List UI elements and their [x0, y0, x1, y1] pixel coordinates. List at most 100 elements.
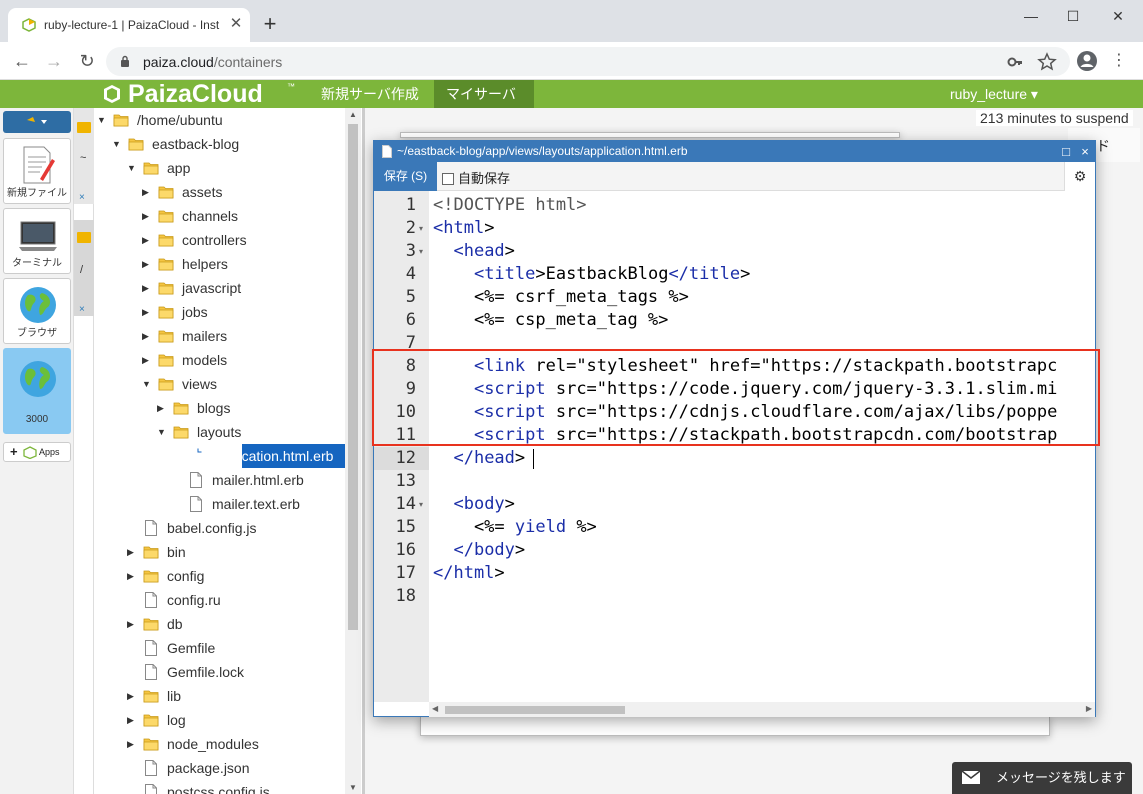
code-line[interactable]: </body> [433, 539, 525, 562]
checkbox-icon[interactable] [442, 173, 454, 185]
editor-maximize-button[interactable]: □ [1058, 141, 1074, 162]
nav-new-server[interactable]: 新規サーバ作成 [309, 80, 431, 108]
tree-file[interactable]: config.ru [95, 588, 345, 612]
code-line[interactable]: <%= csp_meta_tag %> [433, 309, 668, 332]
dock-new-file[interactable]: 新規ファイル [3, 138, 71, 204]
code-line[interactable]: <head> [433, 240, 514, 263]
dock-menu-button[interactable] [3, 111, 71, 133]
nav-my-server[interactable]: マイサーバ [434, 80, 534, 108]
tree-folder[interactable]: ▶ assets [95, 180, 345, 204]
expanded-arrow-icon[interactable]: ▼ [112, 132, 122, 156]
key-icon[interactable] [1004, 51, 1026, 73]
collapsed-arrow-icon[interactable]: ▶ [142, 228, 152, 252]
collapsed-arrow-icon[interactable]: ▶ [142, 324, 152, 348]
tree-file[interactable]: Gemfile.lock [95, 660, 345, 684]
browser-menu-icon[interactable]: ⋮ [1108, 50, 1130, 72]
tree-folder[interactable]: ▶ channels [95, 204, 345, 228]
tree-folder[interactable]: ▶ log [95, 708, 345, 732]
code-line[interactable]: </head> [433, 447, 525, 470]
fold-arrow-icon[interactable]: ▾ [419, 240, 423, 263]
tree-file[interactable]: Gemfile [95, 636, 345, 660]
collapsed-arrow-icon[interactable]: ▶ [142, 252, 152, 276]
scroll-down-arrow[interactable]: ▼ [348, 783, 358, 792]
browser-tab[interactable]: ruby-lecture-1 | PaizaCloud - Inst ✕ [8, 8, 250, 42]
collapsed-arrow-icon[interactable]: ▶ [127, 708, 137, 732]
background-window[interactable] [400, 132, 900, 138]
code-line[interactable]: <body> [433, 493, 514, 516]
file-tree-scrollbar[interactable]: ▲ ▼ [345, 108, 361, 794]
dock-port-3000[interactable]: 3000 [3, 348, 71, 434]
collapsed-arrow-icon[interactable]: ▶ [142, 276, 152, 300]
collapsed-arrow-icon[interactable]: ▶ [142, 300, 152, 324]
tree-folder[interactable]: ▶ jobs [95, 300, 345, 324]
expanded-arrow-icon[interactable]: ▼ [127, 156, 137, 180]
fold-arrow-icon[interactable]: ▾ [419, 493, 423, 516]
window-tab-filetree[interactable]: ~ × [74, 108, 94, 204]
editor-horizontal-scrollbar[interactable]: ◀ ▶ [429, 702, 1095, 717]
code-line[interactable]: <!DOCTYPE html> [433, 194, 587, 217]
back-button[interactable]: ← [10, 49, 34, 73]
fold-arrow-icon[interactable]: ▾ [419, 217, 423, 240]
tree-folder[interactable]: ▼ layouts [95, 420, 345, 444]
settings-gear-icon[interactable]: ⚙ [1064, 162, 1095, 191]
tree-folder[interactable]: ▶ node_modules [95, 732, 345, 756]
tree-file[interactable]: babel.config.js [95, 516, 345, 540]
collapsed-arrow-icon[interactable]: ▶ [127, 684, 137, 708]
tree-folder[interactable]: ▶ lib [95, 684, 345, 708]
tab-close-icon[interactable]: ✕ [226, 14, 246, 34]
code-line[interactable]: <%= csrf_meta_tags %> [433, 286, 689, 309]
scrollbar-thumb[interactable] [445, 706, 625, 714]
apps-button[interactable]: + Apps [3, 442, 71, 462]
scroll-up-arrow[interactable]: ▲ [348, 110, 358, 119]
autosave-checkbox[interactable]: 自動保存 [442, 168, 510, 187]
scroll-left-arrow[interactable]: ◀ [432, 704, 438, 713]
collapsed-arrow-icon[interactable]: ▶ [142, 180, 152, 204]
dock-terminal[interactable]: ターミナル [3, 208, 71, 274]
url-input[interactable]: paiza.cloud/containers [106, 47, 1070, 76]
window-tab-close-icon[interactable]: × [79, 192, 85, 203]
save-button[interactable]: 保存 (S) [374, 162, 437, 191]
tree-folder[interactable]: ▼ views [95, 372, 345, 396]
maximize-button[interactable]: ☐ [1053, 4, 1093, 28]
minimize-button[interactable]: — [1011, 4, 1051, 28]
window-tab-editor[interactable]: / × [74, 220, 94, 316]
tree-file[interactable]: package.json [95, 756, 345, 780]
leave-message-button[interactable]: メッセージを残します [952, 762, 1132, 794]
tree-file[interactable]: mailer.text.erb [95, 492, 345, 516]
tree-folder[interactable]: ▶ config [95, 564, 345, 588]
tree-file[interactable]: application.html.erb [95, 444, 345, 468]
collapsed-arrow-icon[interactable]: ▶ [127, 564, 137, 588]
close-window-button[interactable]: ✕ [1098, 4, 1138, 28]
tree-folder[interactable]: ▶ mailers [95, 324, 345, 348]
tree-folder[interactable]: ▼ /home/ubuntu [95, 108, 345, 132]
code-line[interactable]: <%= yield %> [433, 516, 597, 539]
tree-folder[interactable]: ▶ db [95, 612, 345, 636]
forward-button[interactable]: → [42, 49, 66, 73]
scrollbar-thumb[interactable] [348, 124, 358, 630]
window-tab-close-icon[interactable]: × [79, 304, 85, 315]
scroll-right-arrow[interactable]: ▶ [1086, 704, 1092, 713]
tree-folder[interactable]: ▶ controllers [95, 228, 345, 252]
tree-file[interactable]: postcss.config.js [95, 780, 345, 794]
tree-file[interactable]: mailer.html.erb [95, 468, 345, 492]
dock-browser[interactable]: ブラウザ [3, 278, 71, 344]
tree-folder[interactable]: ▶ models [95, 348, 345, 372]
collapsed-arrow-icon[interactable]: ▶ [157, 396, 167, 420]
code-line[interactable]: </html> [433, 562, 505, 585]
logo-text[interactable]: PaizaCloud [128, 80, 263, 108]
tree-folder[interactable]: ▼ app [95, 156, 345, 180]
tree-folder[interactable]: ▶ blogs [95, 396, 345, 420]
background-window-bottom[interactable] [420, 716, 1050, 736]
editor-title-bar[interactable]: ~/eastback-blog/app/views/layouts/applic… [374, 141, 1095, 162]
profile-avatar-icon[interactable] [1076, 50, 1098, 72]
collapsed-arrow-icon[interactable]: ▶ [142, 204, 152, 228]
collapsed-arrow-icon[interactable]: ▶ [127, 732, 137, 756]
bookmark-star-icon[interactable] [1036, 51, 1058, 73]
expanded-arrow-icon[interactable]: ▼ [157, 420, 167, 444]
tree-folder[interactable]: ▶ helpers [95, 252, 345, 276]
expanded-arrow-icon[interactable]: ▼ [97, 108, 107, 132]
tree-folder[interactable]: ▶ javascript [95, 276, 345, 300]
reload-button[interactable]: ↻ [75, 49, 99, 73]
collapsed-arrow-icon[interactable]: ▶ [142, 348, 152, 372]
code-line[interactable]: <html> [433, 217, 494, 240]
